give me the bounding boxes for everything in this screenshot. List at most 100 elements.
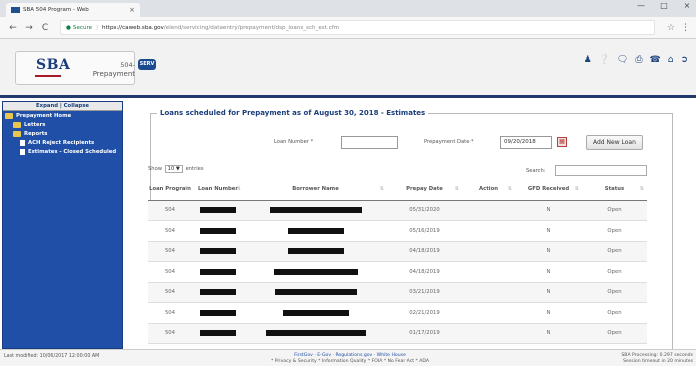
tree-item-reports[interactable]: Reports [3, 129, 122, 138]
user-icon[interactable]: ♟ [584, 55, 592, 65]
calendar-icon[interactable]: ▦ [557, 137, 567, 147]
column-header-loan-program[interactable]: Loan Program ⇅ [148, 179, 192, 201]
sort-icon: ⇅ [507, 186, 512, 192]
column-header-label: Status [604, 185, 625, 192]
cell-prepay-date: 05/16/2019 [387, 220, 462, 241]
table-row[interactable]: 504 05/16/2019 N Open [148, 220, 647, 241]
footer-links: FirstGov · E-Gov · Regulations.gov · Whi… [240, 353, 460, 365]
sort-icon: ⇅ [236, 186, 241, 192]
cell-program: 504 [148, 261, 192, 282]
home-icon[interactable]: ⌂ [668, 55, 674, 65]
tree-item-letters[interactable]: Letters [3, 120, 122, 129]
collapse-link[interactable]: Collapse [64, 103, 89, 109]
sba-logo-text: SBA [36, 57, 71, 73]
cell-loan-number [192, 240, 244, 262]
redacted-loan-number [200, 309, 236, 316]
chat-icon[interactable]: 🗨 [617, 55, 628, 65]
browser-tab[interactable]: SBA 504 Program - Web × [6, 3, 140, 17]
cell-prepay-date: 01/17/2019 [387, 322, 462, 344]
column-header-borrower-name[interactable]: Borrower Name ⇅ [244, 179, 387, 201]
cell-gfd-received: N [515, 261, 582, 282]
sort-icon: ⇅ [574, 186, 579, 192]
table-row[interactable]: 504 03/21/2019 N Open [148, 281, 647, 303]
cell-program: 504 [148, 220, 192, 241]
cell-gfd-received: N [515, 281, 582, 303]
page-title: Loans scheduled for Prepayment as of Aug… [157, 109, 429, 117]
logout-icon[interactable]: ➲ [680, 55, 688, 65]
cell-action[interactable] [462, 240, 515, 262]
table-row[interactable]: 504 05/31/2020 N Open [148, 199, 647, 221]
tree-item-label: Letters [24, 121, 46, 128]
column-header-prepay-date[interactable]: Prepay Date ⇅ [387, 179, 462, 201]
maximize-icon[interactable]: □ [659, 1, 669, 10]
tree-item-estimates-closed[interactable]: Estimates - Closed Scheduled [3, 147, 122, 156]
cell-action[interactable] [462, 220, 515, 241]
tree-item-label: Prepayment Home [16, 112, 72, 119]
page-length-select[interactable]: 10 ▼ [164, 165, 183, 173]
cell-prepay-date: 05/31/2020 [387, 199, 462, 221]
redacted-loan-number [200, 330, 236, 336]
column-header-label: Action [479, 185, 498, 192]
add-new-loan-button[interactable]: Add New Loan [586, 135, 643, 150]
cell-prepay-date: 04/18/2019 [387, 240, 462, 262]
column-header-loan-number[interactable]: Loan Number ⇅ [192, 179, 244, 201]
back-icon[interactable]: ← [6, 23, 20, 33]
column-header-status[interactable]: Status ⇅ [582, 179, 647, 201]
print-icon[interactable]: ⎙ [635, 55, 642, 65]
cell-program: 504 [148, 302, 192, 323]
loans-table: Loan Program ⇅ Loan Number ⇅ Borrower Name… [148, 179, 647, 364]
browser-menu-icon[interactable]: ⋮ [681, 23, 690, 33]
table-row[interactable]: 504 04/18/2019 N Open [148, 240, 647, 262]
reload-icon[interactable]: C [38, 23, 52, 33]
cell-action[interactable] [462, 261, 515, 282]
phone-icon[interactable]: ☎ [650, 55, 661, 65]
tree-item-prepayment-home[interactable]: Prepayment Home [3, 111, 122, 120]
redacted-borrower-name [282, 309, 349, 316]
cell-action[interactable] [462, 322, 515, 344]
lock-icon: ● [66, 24, 71, 31]
prepayment-date-input[interactable]: 09/20/2018 [500, 136, 552, 149]
status-bar: Last modified: 10/06/2017 12:00:00 AM Fi… [0, 349, 696, 366]
column-header-gfd-received[interactable]: GFD Received ⇅ [515, 179, 582, 201]
redacted-borrower-name [265, 330, 366, 336]
loan-number-input[interactable] [341, 136, 398, 149]
cell-gfd-received: N [515, 240, 582, 262]
url-path: /elend/servicing/dataentry/prepayment/ds… [163, 24, 340, 31]
minimize-icon[interactable]: — [636, 1, 646, 10]
cell-prepay-date: 02/21/2019 [387, 302, 462, 323]
tab-close-icon[interactable]: × [129, 6, 135, 14]
column-header-action[interactable]: Action ⇅ [462, 179, 515, 201]
redacted-borrower-name [287, 227, 344, 234]
sort-icon: ⇅ [454, 186, 459, 192]
bookmark-star-icon[interactable]: ☆ [667, 23, 675, 33]
sort-icon: ⇅ [184, 186, 189, 192]
expand-link[interactable]: Expand [36, 103, 58, 109]
cell-action[interactable] [462, 281, 515, 303]
sort-icon: ⇅ [379, 186, 384, 192]
table-row[interactable]: 504 01/17/2019 N Open [148, 322, 647, 344]
cell-action[interactable] [462, 302, 515, 323]
entries-label: entries [185, 166, 204, 172]
policy-links[interactable]: * Privacy & Security * Information Quali… [240, 359, 460, 365]
cell-loan-number [192, 281, 244, 303]
processing-info: SBA Processing: 0.297 seconds Session ti… [621, 353, 693, 365]
cell-borrower-name [244, 240, 387, 262]
close-window-icon[interactable]: × [682, 1, 692, 10]
cell-status: Open [582, 322, 647, 344]
table-row[interactable]: 504 04/18/2019 N Open [148, 261, 647, 282]
tree-item-ach-reject-recipients[interactable]: ACH Reject Recipients [3, 138, 122, 147]
table-controls: Show 10 ▼ entries Search: [128, 165, 692, 177]
search-input[interactable] [555, 165, 647, 176]
page-icon [20, 139, 25, 146]
url-separator: | [96, 24, 99, 31]
header-toolbar: ♟ ❔ 🗨 ⎙ ☎ ⌂ ➲ [584, 55, 688, 65]
cell-prepay-date: 03/21/2019 [387, 281, 462, 303]
help-icon[interactable]: ❔ [599, 55, 610, 65]
table-row[interactable]: 504 02/21/2019 N Open [148, 302, 647, 323]
forward-icon[interactable]: → [22, 23, 36, 33]
tab-title: SBA 504 Program - Web [23, 7, 89, 13]
cell-action[interactable] [462, 199, 515, 221]
app-logo[interactable]: SBA 504- Prepayment [15, 51, 135, 85]
address-bar[interactable]: ● Secure | https://caweb.sba.gov /elend/… [60, 20, 655, 35]
cell-borrower-name [244, 281, 387, 303]
